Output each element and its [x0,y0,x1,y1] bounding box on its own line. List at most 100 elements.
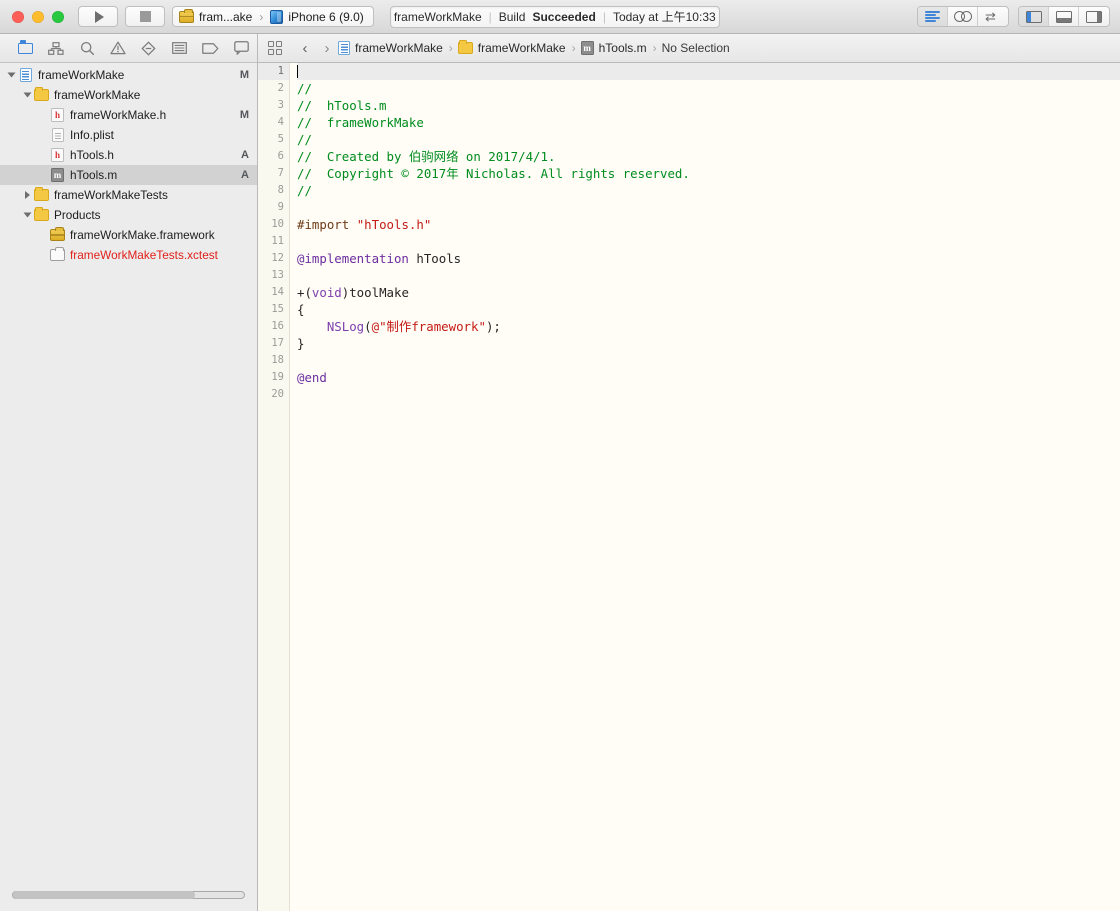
code-line[interactable]: NSLog(@"制作framework"); [297,318,1120,335]
tree-row[interactable]: h hTools.h A [0,145,257,165]
stop-button[interactable] [125,6,165,27]
breadcrumb-label: No Selection [661,41,730,55]
forward-button[interactable]: › [316,40,338,57]
file-icon-wrap [50,128,65,142]
tree-row[interactable]: Info.plist [0,125,257,145]
code-line[interactable]: #import "hTools.h" [297,216,1120,233]
navigator-tab-issue[interactable] [103,34,134,62]
run-button[interactable] [78,6,118,27]
disclosure-triangle-icon[interactable] [6,71,17,79]
version-editor-button[interactable]: ⇄ [978,7,1008,26]
tree-row[interactable]: frameWorkMake.framework [0,225,257,245]
line-number: 13 [271,269,284,281]
line-number: 5 [277,133,284,145]
status-separator-1: | [488,9,492,24]
code-line[interactable]: // [297,182,1120,199]
status-build-result: Succeeded [532,9,596,24]
code-line[interactable]: // frameWorkMake [297,114,1120,131]
code-line[interactable] [297,352,1120,369]
zoom-button[interactable] [52,10,64,23]
navigator-tab-debug[interactable] [164,34,195,62]
navigator-horizontal-scrollbar[interactable] [12,891,245,899]
disclosure-triangle-icon[interactable] [22,211,33,219]
line-number: 15 [271,303,284,315]
tree-row[interactable]: frameWorkMakeTests [0,185,257,205]
activity-status-bar: frameWorkMake | Build Succeeded | Today … [389,5,720,28]
plist-file-icon [51,128,64,142]
code-token: )toolMake [341,285,409,300]
code-line[interactable] [297,63,1120,80]
line-number: 16 [271,320,284,332]
folder-icon [34,87,49,101]
code-line[interactable]: @implementation hTools [297,250,1120,267]
code-line[interactable]: // [297,131,1120,148]
tree-row-label: frameWorkMakeTests [54,188,168,202]
code-line[interactable]: { [297,301,1120,318]
code-line[interactable]: // Copyright © 2017年 Nicholas. All right… [297,165,1120,182]
navigator-tab-find[interactable] [72,34,103,62]
breadcrumb-item[interactable]: No Selection [662,41,730,55]
navigator-tab-project[interactable] [10,34,41,62]
navigator-pane-icon [1025,10,1042,23]
navigator-tab-breakpoint[interactable] [195,34,226,62]
navigator-tab-report[interactable] [226,34,257,62]
tree-row-label: frameWorkMake.framework [70,228,215,242]
navigator-filter-bar [0,885,257,911]
code-line[interactable]: } [297,335,1120,352]
breadcrumb-icon [338,41,350,55]
disclosure-triangle-icon[interactable] [22,191,33,199]
test-diamond-icon [141,40,157,56]
code-token: // [297,183,312,198]
tree-row[interactable]: Products [0,205,257,225]
standard-editor-button[interactable] [918,7,948,26]
breadcrumb-item[interactable]: frameWorkMake [338,41,443,55]
project-navigator-tree[interactable]: frameWorkMake MframeWorkMake h frameWorkMak… [0,63,257,885]
code-line[interactable]: // [297,80,1120,97]
tree-row[interactable]: h frameWorkMake.h M [0,105,257,125]
code-content[interactable]: // // hTools.m // frameWorkMake // // Create… [290,63,1120,911]
back-button[interactable]: ‹ [294,40,316,57]
line-number: 10 [271,218,284,230]
code-line[interactable] [297,267,1120,284]
breadcrumb-item[interactable]: m hTools.m [580,41,647,55]
tree-row-label: Info.plist [70,128,114,142]
code-line[interactable]: +(void)toolMake [297,284,1120,301]
navigator-tab-test[interactable] [134,34,165,62]
tree-row[interactable]: frameWorkMake [0,85,257,105]
toggle-navigator-button[interactable] [1019,7,1049,26]
line-number: 2 [277,82,284,94]
code-line[interactable] [297,386,1120,403]
tree-row[interactable]: frameWorkMakeTests.xctest [0,245,257,265]
code-line[interactable]: @end [297,369,1120,386]
code-line[interactable]: // Created by 伯驹网络 on 2017/4/1. [297,148,1120,165]
scheme-selector[interactable]: fram...ake › iPhone 6 (9.0) [172,6,374,27]
source-editor[interactable]: 1 2 3 4 5 6 7 8 9 10 11 12 13 14 15 16 17 18 19 20 //// hTo… [258,63,1120,911]
folder-icon [34,187,49,201]
tree-row[interactable]: frameWorkMake M [0,65,257,85]
disclosure-triangle-icon[interactable] [22,91,33,99]
navigator-tab-symbol[interactable] [41,34,72,62]
breadcrumb-chevron-icon: › [448,41,453,55]
assistant-editor-icon [953,11,972,22]
file-icon-wrap [18,68,33,82]
tree-row[interactable]: m hTools.m A [0,165,257,185]
breadcrumb-item[interactable]: frameWorkMake [457,40,566,55]
code-line[interactable] [297,199,1120,216]
pane-toggle-segmented [1018,6,1110,27]
toggle-utilities-button[interactable] [1079,7,1109,26]
debug-pane-icon [1055,10,1072,23]
code-token: { [297,302,305,317]
xcode-window: fram...ake › iPhone 6 (9.0) frameWorkMak… [0,0,1120,911]
close-button[interactable] [12,10,24,23]
related-items-icon[interactable] [268,41,282,55]
status-separator-2: | [602,9,606,24]
breakpoint-tag-icon [202,42,219,54]
file-icon-wrap [50,227,65,241]
toggle-debug-area-button[interactable] [1049,7,1079,26]
code-line[interactable] [297,233,1120,250]
assistant-editor-button[interactable] [948,7,978,26]
code-line[interactable]: // hTools.m [297,97,1120,114]
jump-bar: ‹ › frameWorkMake › frameWorkMake › m hTools.… [258,34,1120,63]
code-token: @"制作framework" [371,319,486,334]
minimize-button[interactable] [32,10,44,23]
